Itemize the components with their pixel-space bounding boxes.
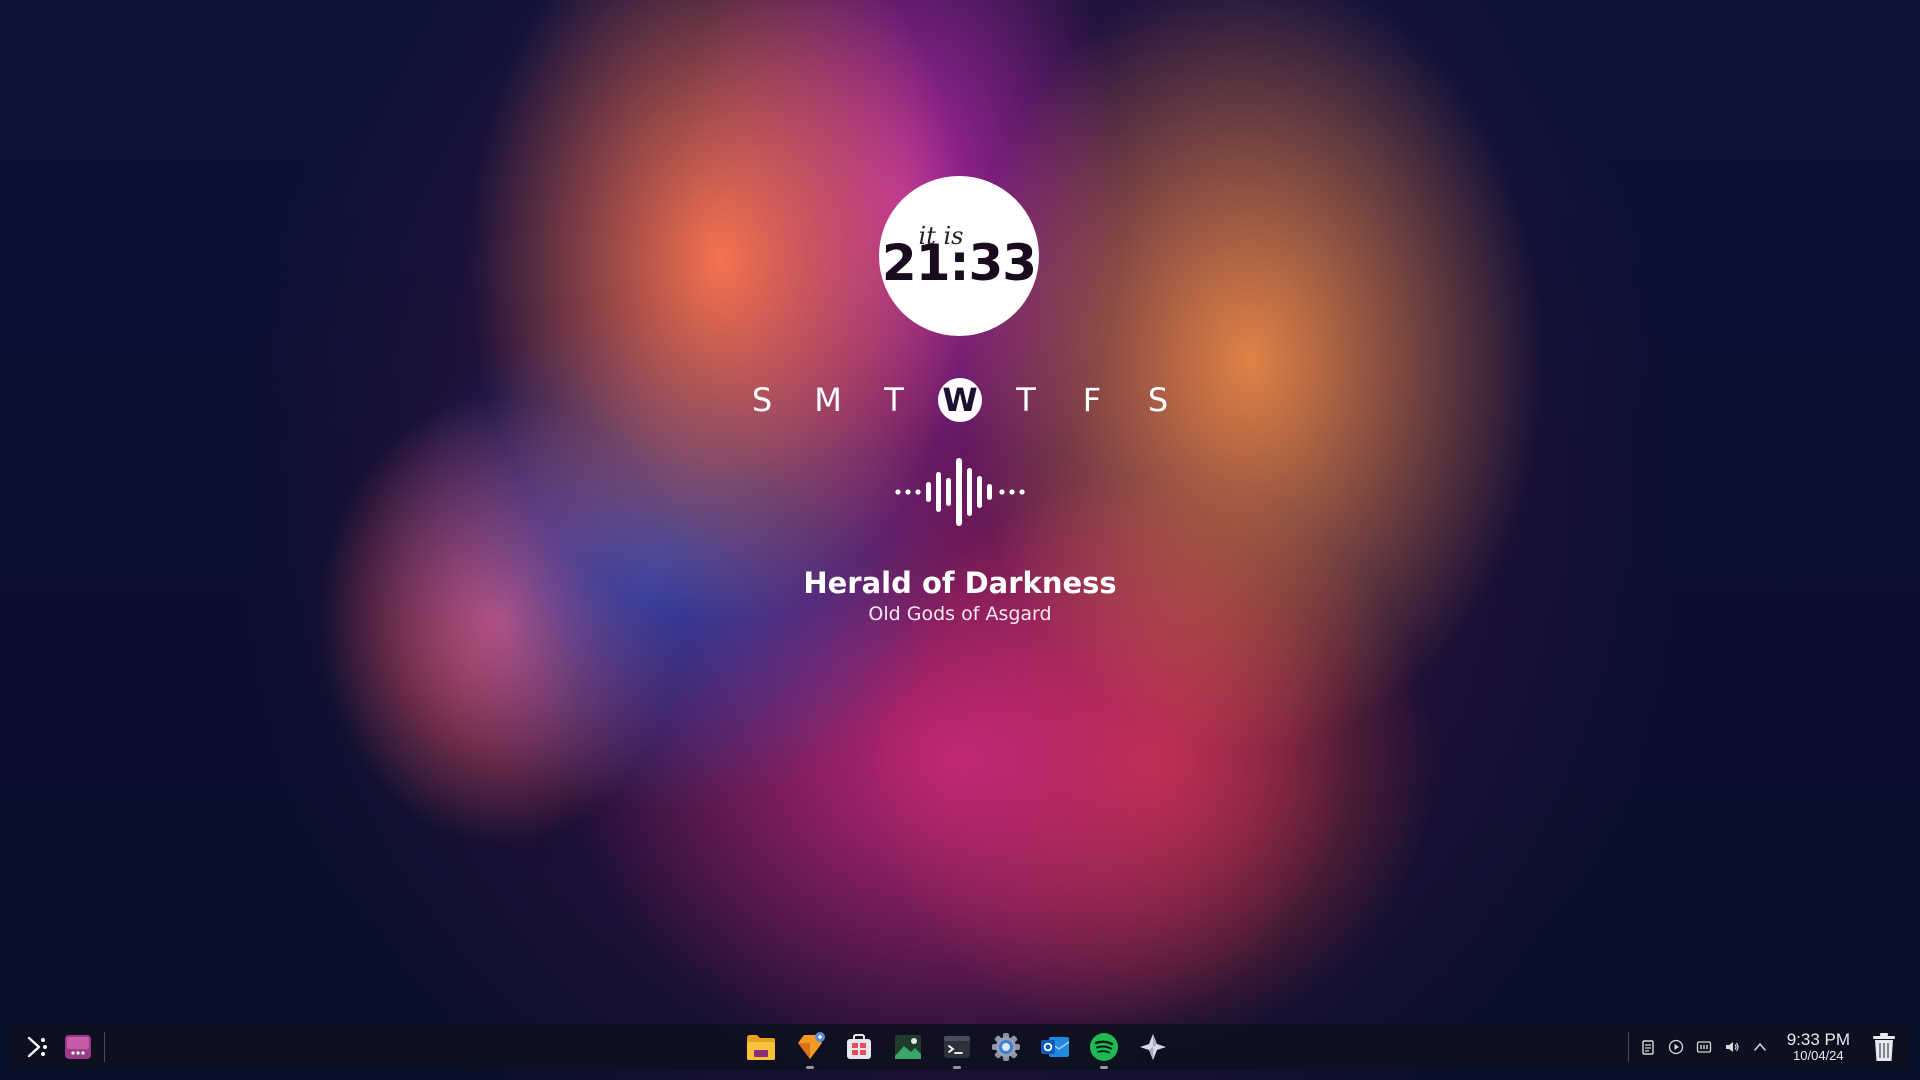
audio-waveform-icon[interactable]: [890, 452, 1030, 532]
weekday-friday: F: [1082, 381, 1102, 419]
software-center-icon[interactable]: [843, 1031, 875, 1063]
system-tray: 9:33 PM 10/04/24: [1627, 1024, 1900, 1070]
song-title: Herald of Darkness: [803, 566, 1117, 600]
weekday-monday: M: [814, 381, 842, 419]
weekday-strip: S M T W T F S: [740, 376, 1180, 424]
weekday-sunday: S: [751, 381, 773, 419]
file-manager-icon[interactable]: [745, 1031, 777, 1063]
taskbar-clock-time: 9:33 PM: [1786, 1030, 1850, 1050]
taskbar-clock-date: 10/04/24: [1793, 1048, 1844, 1064]
krita-icon[interactable]: [1137, 1031, 1169, 1063]
song-artist: Old Gods of Asgard: [868, 602, 1052, 625]
running-indicator: [806, 1066, 814, 1069]
tray-separator: [1627, 1032, 1629, 1062]
image-viewer-icon[interactable]: [892, 1031, 924, 1063]
taskbar-left: [20, 1024, 105, 1070]
overview-icon[interactable]: [62, 1031, 94, 1063]
trash-icon[interactable]: [1868, 1031, 1900, 1063]
running-indicator: [1100, 1066, 1108, 1069]
outlook-mail-icon[interactable]: [1039, 1031, 1071, 1063]
volume-icon[interactable]: [1723, 1038, 1741, 1056]
weekday-saturday: S: [1147, 381, 1169, 419]
media-player-icon[interactable]: [1667, 1038, 1685, 1056]
weekday-thursday: T: [1016, 381, 1036, 419]
running-indicator: [953, 1066, 961, 1069]
discover-store-icon[interactable]: [794, 1031, 826, 1069]
now-playing: Herald of Darkness Old Gods of Asgard: [660, 566, 1260, 625]
desktop: it is 21:33 S M T W T F S Herald of Dark…: [0, 0, 1920, 1080]
clock-widget: it is 21:33: [879, 176, 1039, 336]
weekday-tuesday: T: [884, 381, 904, 419]
spotify-icon[interactable]: [1088, 1031, 1120, 1069]
tray-expand-icon[interactable]: [1751, 1038, 1769, 1056]
clipboard-icon[interactable]: [1639, 1038, 1657, 1056]
taskbar: 9:33 PM 10/04/24: [10, 1024, 1910, 1070]
taskbar-clock[interactable]: 9:33 PM 10/04/24: [1787, 1031, 1850, 1062]
clock-time: 21:33: [881, 234, 1037, 292]
taskbar-separator: [104, 1032, 105, 1062]
taskbar-apps: [745, 1024, 1169, 1070]
weekday-wednesday-current: W: [938, 378, 982, 422]
system-settings-icon[interactable]: [990, 1031, 1022, 1063]
battery-icon[interactable]: [1695, 1038, 1713, 1056]
app-launcher-icon[interactable]: [20, 1031, 52, 1063]
terminal-icon[interactable]: [941, 1031, 973, 1069]
